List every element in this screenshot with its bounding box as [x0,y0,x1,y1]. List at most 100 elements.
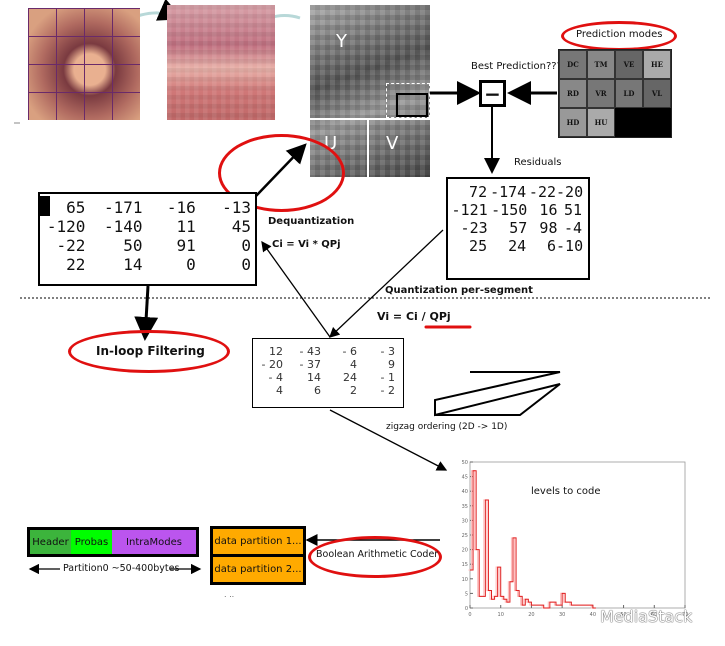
matrix-cell: - 37 [299,358,321,371]
matrix-cell: 50 [123,236,143,255]
zigzag-shape [434,371,561,417]
matrix-cell: - 6 [342,345,357,358]
matrix-cell: 11 [176,217,196,236]
prediction-mode-rd: RD [559,79,587,108]
matrix-row: 65 -171 -16 -13 [40,198,251,217]
matrix-cell: - 4 [268,371,283,384]
matrix-cell: -171 [104,198,143,217]
zoomed-block-image [167,5,275,120]
matrix-cell: -22 [56,236,86,255]
quant-formula-qpj: QPj [429,310,451,323]
matrix-cell: -23 [460,219,488,237]
prediction-modes-title: Prediction modes [576,29,663,40]
source-image [28,8,140,120]
y-tick-label: 50 [462,460,468,466]
matrix-cell: 9 [388,358,395,371]
matrix-cell: 4 [350,358,357,371]
matrix-cell: -140 [104,217,143,236]
matrix-cell: -174 [490,183,527,201]
y-tick-label: 35 [462,504,468,510]
matrix-cell: 91 [176,236,196,255]
quant-formula: Vi = Ci / QPj [377,310,451,323]
boolean-arithmetic-coder-label: Boolean Arithmetic Coder [316,549,439,560]
data-partition-1: data partition 1... [210,526,306,557]
matrix-cell: - 3 [380,345,395,358]
matrix-cell: - 1 [380,371,395,384]
x-tick-label: 40 [590,612,596,618]
matrix-row: 72 -174 -22 -20 [448,183,584,201]
matrix-cell: - 43 [299,345,321,358]
matrix-cell: -120 [46,217,86,236]
matrix-cell: -20 [556,183,584,201]
matrix-cell: 72 [469,183,488,201]
y-tick-label: 15 [462,562,468,568]
y-tick-label: 25 [462,533,468,539]
y-tick-label: 30 [462,518,468,524]
matrix-cell: 0 [241,236,252,255]
watermark: MediaStack [600,607,693,626]
x-tick-label: 20 [528,612,534,618]
matrix-row: -120 -140 11 45 [40,217,251,236]
dequant-title: Dequantization [268,216,355,227]
matrix-cell: 0 [186,255,196,274]
prediction-mode-tm: TM [587,50,615,79]
dequant-formula: Ci = Vi * QPj [272,239,341,250]
prediction-modes-grid: DC TM VE HE RD VR LD VL HD HU [558,49,672,138]
matrix-cell: -22 [528,183,557,201]
y-tick-label: 20 [462,548,468,554]
zigzag-label: zigzag ordering (2D -> 1D) [386,422,508,432]
y-tick-label: 5 [465,591,468,597]
quant-formula-prefix: Vi = Ci / [377,310,430,323]
x-tick-label: 30 [559,612,565,618]
data-partition-2: data partition 2... [210,554,306,585]
plane-y-label: Y [336,31,347,52]
y-tick-label: 0 [465,606,468,612]
prediction-mode-ve: VE [615,50,643,79]
in-loop-filtering-label: In-loop Filtering [96,344,205,358]
matrix-cell: 51 [563,201,583,219]
x-tick-label: 10 [498,612,504,618]
chart-annotation: levels to code [531,486,601,497]
matrix-cell: - 2 [380,384,395,397]
matrix-cell: - 20 [261,358,283,371]
matrix-cell: 14 [307,371,321,384]
matrix-cell: 57 [509,219,528,237]
matrix-cell: 45 [231,217,252,236]
matrix-cell: 25 [469,237,488,255]
more-partitions-ellipsis: . .. [224,590,235,599]
matrix-cell: -4 [563,219,583,237]
matrix-row: 12 - 43 - 6 - 3 [253,345,395,358]
prediction-mode-hu: HU [587,108,615,137]
matrix-cell: 0 [241,255,252,274]
matrix-cell: 14 [123,255,143,274]
matrix-row: - 20 - 37 4 9 [253,358,395,371]
matrix-row: -23 57 98 -4 [448,219,582,237]
levels-chart: 0 10 20 30 40 50 60 7005101520253035404550 [462,460,689,618]
quant-title: Quantization per-segment [385,285,533,296]
matrix-row: 4 6 2 - 2 [253,384,395,397]
matrix-cell: -13 [222,198,252,217]
matrix-cell: 4 [276,384,283,397]
probas-segment: Probas [71,527,114,557]
prediction-mode-vl: VL [643,79,671,108]
matrix-row: - 4 14 24 - 1 [253,371,395,384]
prediction-mode-dc: DC [559,50,587,79]
residuals-label: Residuals [514,157,562,168]
matrix-row: 25 24 6 -10 [448,237,584,255]
matrix-row: -22 50 91 0 [40,236,251,255]
y-tick-label: 45 [462,475,468,481]
matrix-row: -121 -150 16 51 [448,201,583,219]
matrix-cell: -16 [166,198,196,217]
matrix-cell: -10 [556,237,584,255]
intramodes-segment: IntraModes [112,527,199,557]
prediction-mode-ld: LD [615,79,643,108]
dequant-matrix: 65 -171 -16 -13 -120 -140 11 45 -22 50 91 0 22 14 0 0 [38,192,257,286]
matrix-cell: 24 [343,371,357,384]
partition0-label: Partition0 ~50-400bytes [63,563,180,574]
prediction-mode-vr: VR [587,79,615,108]
subtract-operator: − [479,80,506,107]
matrix-cell: 6 [314,384,321,397]
header-segment: Header [27,527,73,557]
residuals-matrix: 72 -174 -22 -20 -121 -150 16 51 -23 57 98 -4 25 24 6 -1… [446,177,590,280]
matrix-cell: 12 [269,345,283,358]
